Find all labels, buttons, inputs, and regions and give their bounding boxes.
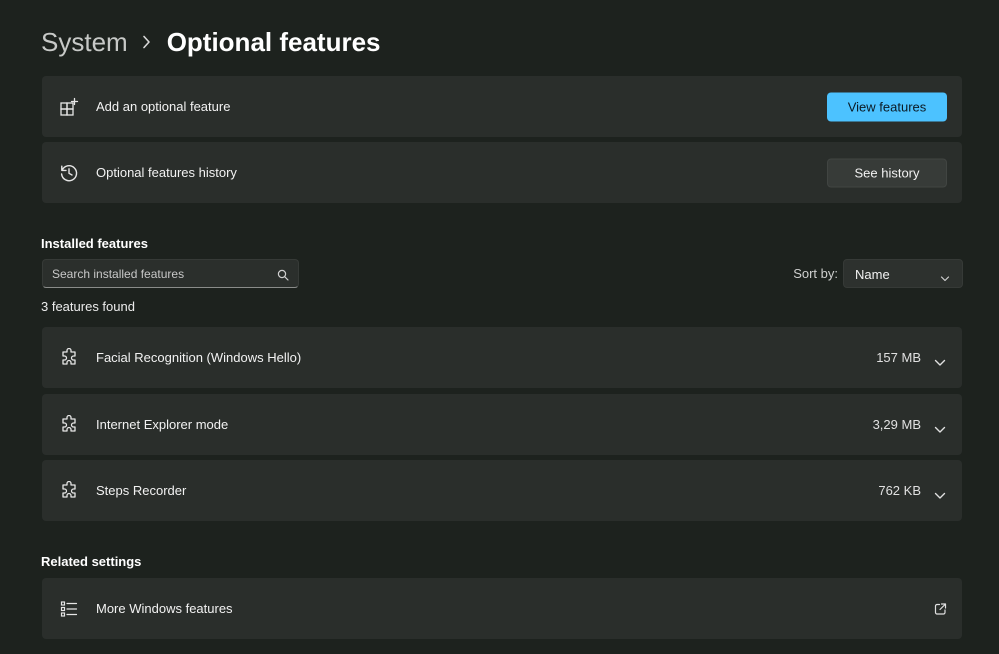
history-icon — [59, 163, 79, 183]
feature-name: Steps Recorder — [96, 483, 187, 498]
see-history-button[interactable]: See history — [827, 158, 947, 187]
feature-name: Facial Recognition (Windows Hello) — [96, 350, 302, 365]
search-placeholder: Search installed features — [52, 267, 185, 281]
breadcrumb: System Optional features — [41, 24, 381, 60]
feature-size: 3,29 MB — [872, 417, 921, 432]
list-icon — [59, 599, 79, 619]
chevron-down-icon[interactable] — [934, 421, 946, 433]
sort-label: Sort by: — [793, 266, 838, 281]
puzzle-icon — [59, 347, 79, 368]
breadcrumb-system[interactable]: System — [41, 27, 128, 58]
sort-value: Name — [855, 267, 890, 282]
open-external-icon — [934, 602, 947, 615]
feature-row[interactable]: Steps Recorder 762 KB — [42, 460, 962, 521]
puzzle-icon — [59, 480, 79, 501]
history-card: Optional features history See history — [42, 142, 962, 203]
feature-name: Internet Explorer mode — [96, 417, 229, 432]
add-apps-icon — [59, 97, 79, 117]
optional-features-page: System Optional features Add an optional… — [0, 0, 999, 654]
puzzle-icon — [59, 414, 79, 435]
add-feature-card: Add an optional feature View features — [42, 76, 962, 137]
search-input[interactable]: Search installed features — [42, 259, 299, 288]
features-count: 3 features found — [41, 299, 135, 314]
more-windows-features-link[interactable]: More Windows features — [42, 578, 962, 639]
more-windows-features-label: More Windows features — [96, 601, 233, 616]
add-feature-label: Add an optional feature — [96, 99, 231, 114]
sort-dropdown[interactable]: Name — [843, 259, 963, 288]
chevron-down-icon[interactable] — [934, 487, 946, 499]
feature-size: 762 KB — [878, 483, 921, 498]
chevron-down-icon — [940, 270, 950, 282]
installed-features-heading: Installed features — [41, 236, 148, 251]
chevron-down-icon[interactable] — [934, 354, 946, 366]
feature-row[interactable]: Internet Explorer mode 3,29 MB — [42, 394, 962, 455]
page-title: Optional features — [166, 26, 381, 57]
feature-size: 157 MB — [876, 350, 921, 365]
feature-row[interactable]: Facial Recognition (Windows Hello) 157 M… — [42, 327, 962, 388]
related-settings-heading: Related settings — [41, 554, 142, 569]
history-label: Optional features history — [96, 165, 237, 180]
chevron-right-icon — [142, 35, 151, 49]
view-features-button[interactable]: View features — [827, 92, 947, 121]
search-icon[interactable] — [277, 268, 289, 281]
